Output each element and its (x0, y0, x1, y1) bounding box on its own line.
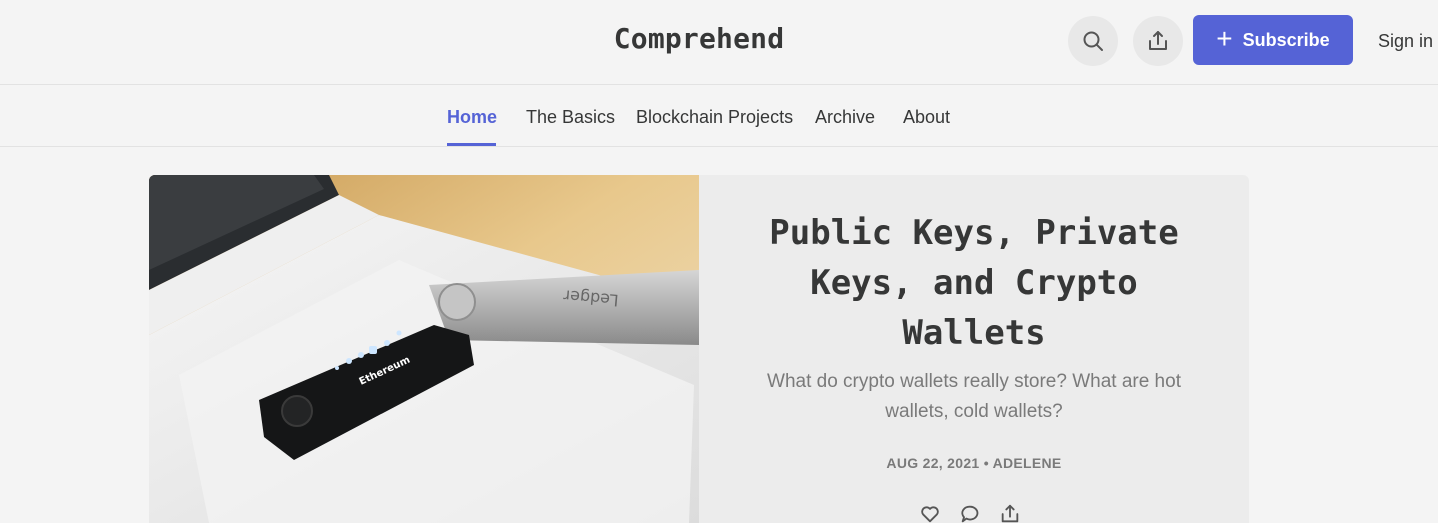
heart-icon[interactable] (919, 503, 941, 523)
site-title[interactable]: Comprehend (0, 22, 1398, 55)
post-title[interactable]: Public Keys, Private Keys, and Crypto Wa… (729, 208, 1219, 358)
nav-item-blockchain-projects[interactable]: Blockchain Projects (636, 107, 793, 128)
featured-post-card[interactable]: Ledger Ethereum Public Keys, Private Key… (149, 175, 1249, 523)
sign-in-link[interactable]: Sign in (1378, 31, 1433, 52)
post-meta: AUG 22, 2021 • ADELENE (886, 455, 1062, 471)
top-bar: Comprehend + Subscribe Sign in (0, 0, 1438, 85)
share-icon (1149, 31, 1167, 50)
nav-item-the-basics[interactable]: The Basics (526, 107, 615, 128)
post-subtitle: What do crypto wallets really store? Wha… (767, 371, 1181, 422)
search-button[interactable] (1068, 16, 1118, 66)
share-button[interactable] (1133, 16, 1183, 66)
nav-item-home[interactable]: Home (447, 107, 497, 128)
active-tab-indicator (447, 143, 496, 146)
plus-icon: + (1216, 22, 1233, 54)
nav-item-about[interactable]: About (903, 107, 950, 128)
search-icon (1083, 31, 1103, 51)
comment-icon[interactable] (959, 503, 981, 523)
nav-bar: Home The Basics Blockchain Projects Arch… (0, 86, 1438, 147)
share-icon[interactable] (999, 503, 1021, 523)
subscribe-button[interactable]: + Subscribe (1193, 15, 1353, 65)
nav-item-archive[interactable]: Archive (815, 107, 875, 128)
post-cover-image[interactable]: Ledger Ethereum (149, 175, 699, 523)
post-actions (919, 503, 1021, 523)
subscribe-label: Subscribe (1242, 29, 1330, 50)
